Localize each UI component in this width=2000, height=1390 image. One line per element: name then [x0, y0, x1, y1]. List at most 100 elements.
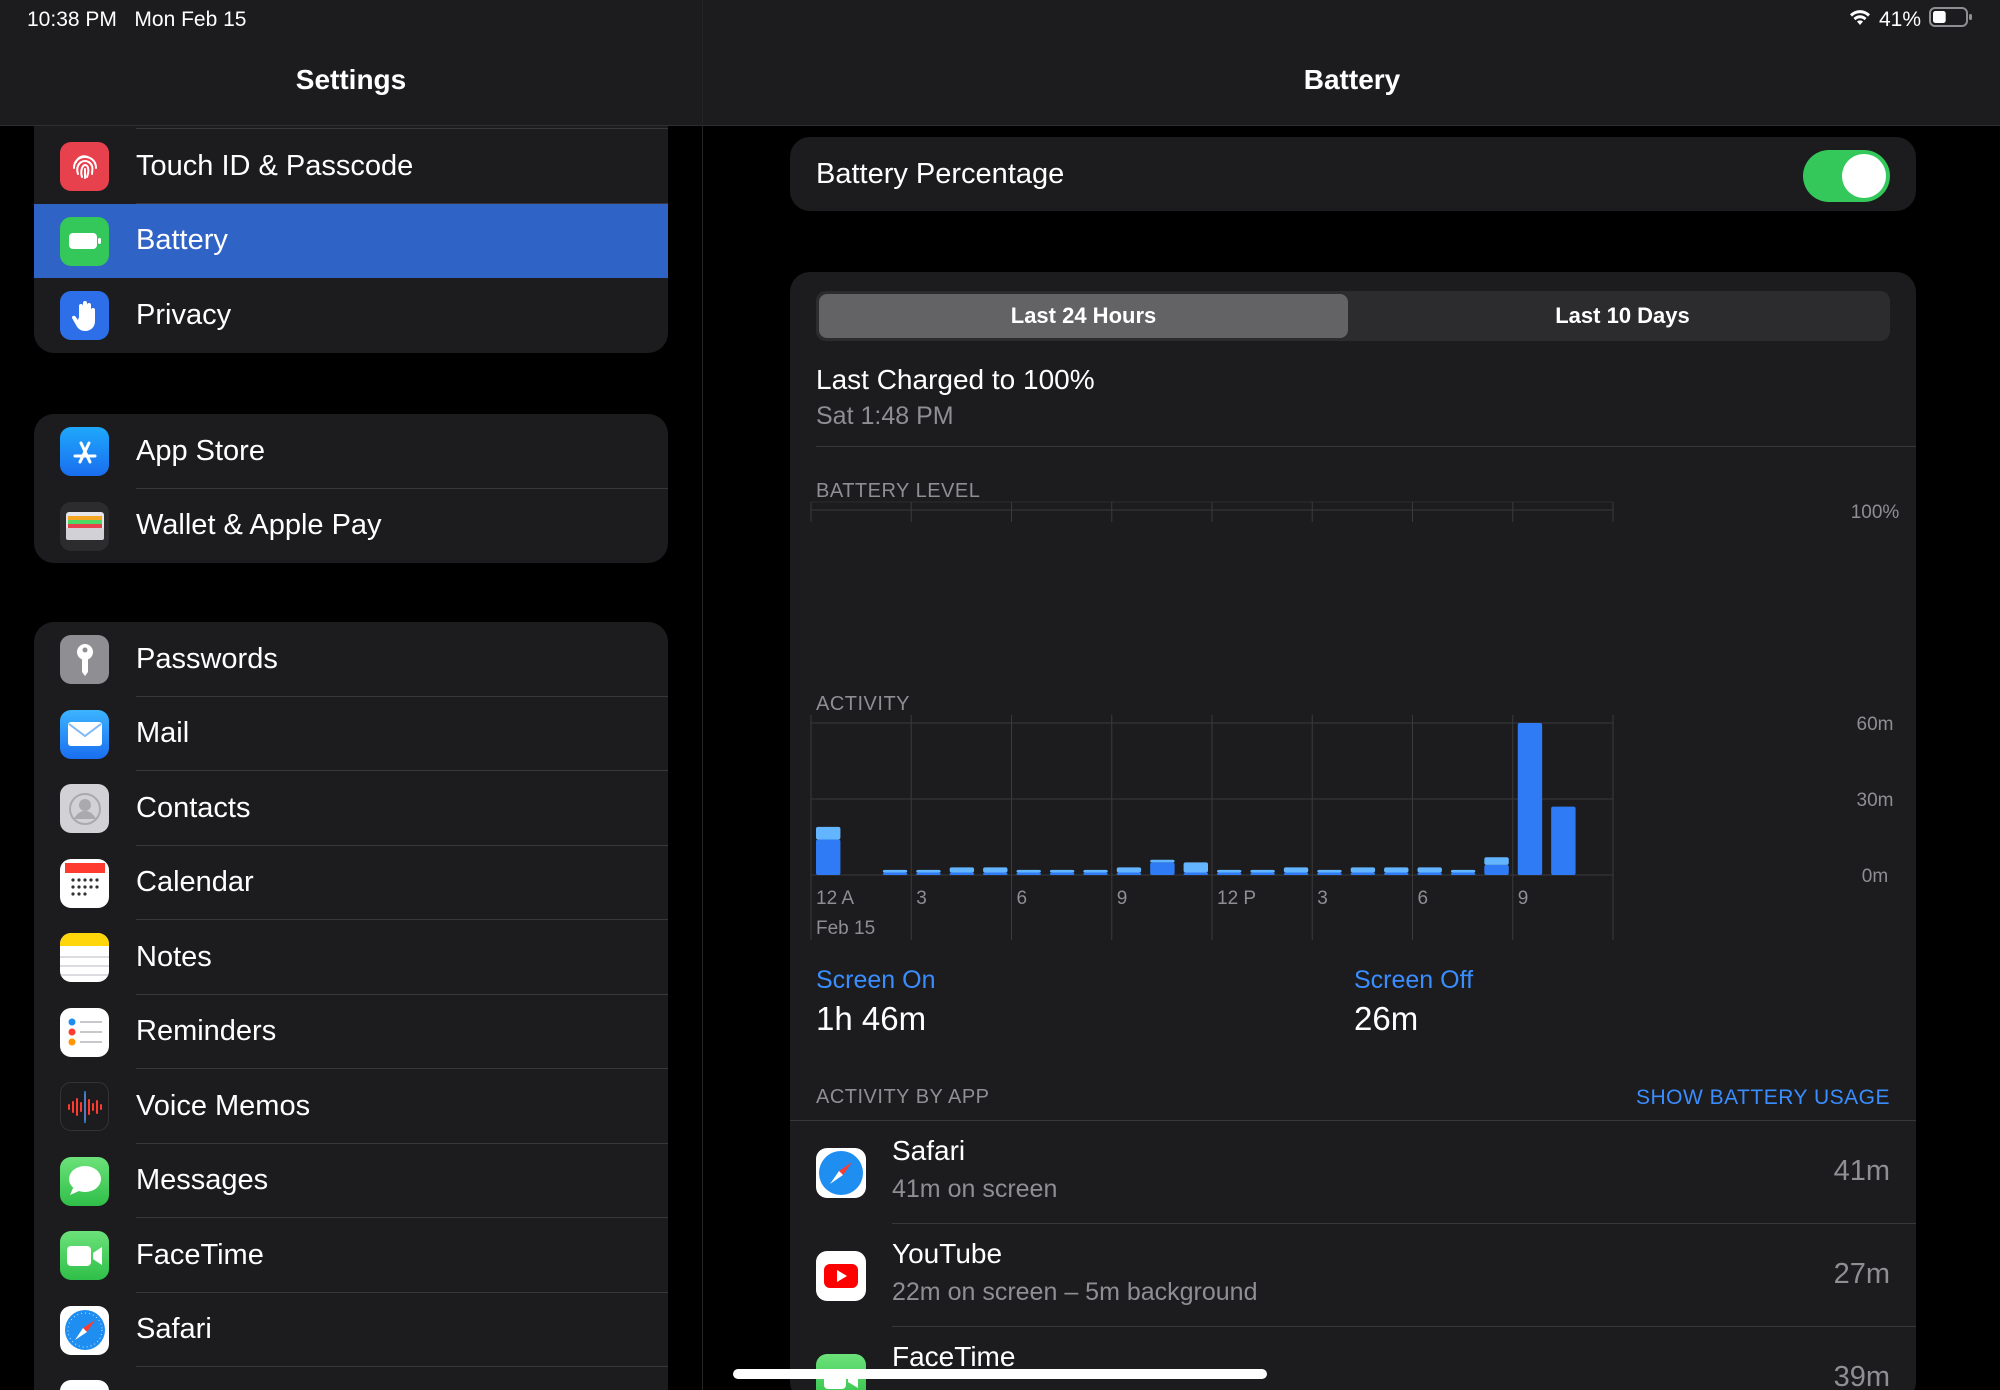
- sidebar-item-calendar[interactable]: Calendar: [34, 846, 668, 920]
- battery-icon: [60, 216, 109, 266]
- activity-bar-screen-off: [1484, 857, 1509, 865]
- show-battery-usage-button[interactable]: SHOW BATTERY USAGE: [1636, 1086, 1890, 1110]
- activity-bar-screen-off: [916, 869, 941, 873]
- app-icon: [60, 1380, 109, 1390]
- activity-bar-screen-on: [1317, 872, 1342, 875]
- sidebar-item-battery[interactable]: Battery: [34, 203, 668, 278]
- screen-on-value: 1h 46m: [816, 1000, 927, 1037]
- wallet-icon: [60, 501, 109, 551]
- activity-bar-screen-on: [916, 872, 941, 875]
- sidebar-item-label: Reminders: [136, 1015, 277, 1048]
- app-usage-time: 27m: [1833, 1258, 1890, 1290]
- sidebar-item-label: Battery: [136, 224, 228, 257]
- notes-icon: [60, 933, 109, 982]
- sidebar-item-label: Passwords: [136, 642, 278, 675]
- app-row-facetime[interactable]: FaceTime 39m: [790, 1327, 1916, 1390]
- x-tick-label: 3: [1317, 888, 1328, 909]
- activity-bar-screen-on: [1384, 872, 1409, 875]
- sidebar-item-label: Wallet & Apple Pay: [136, 509, 382, 542]
- activity-bar-screen-on: [1116, 872, 1142, 875]
- sidebar-item-label: Messages: [136, 1164, 269, 1197]
- battery-status-icon: [1929, 6, 1973, 34]
- app-usage-detail: 41m on screen: [892, 1175, 1058, 1203]
- sidebar-item-privacy[interactable]: Privacy: [34, 278, 668, 353]
- battery-percentage-row: Battery Percentage: [790, 137, 1916, 211]
- activity-bar-screen-on: [1517, 723, 1543, 875]
- wifi-icon: [1849, 8, 1871, 32]
- activity-bar-screen-off: [1016, 869, 1041, 873]
- battery-percentage-toggle[interactable]: [1803, 150, 1890, 202]
- activity-bar-screen-on: [816, 839, 841, 875]
- detail-title: Battery: [1303, 64, 1401, 95]
- waveform-icon: [60, 1082, 109, 1131]
- sidebar-item-next[interactable]: [34, 1367, 668, 1390]
- battery-percentage-label: Battery Percentage: [816, 157, 1065, 190]
- sidebar-item-label: Safari: [136, 1313, 212, 1346]
- sidebar-item-voice-memos[interactable]: Voice Memos: [34, 1069, 668, 1144]
- app-name: YouTube: [892, 1238, 1003, 1269]
- video-camera-icon: [60, 1231, 109, 1280]
- activity-bar-screen-on: [1417, 872, 1442, 875]
- sidebar-item-label: Calendar: [136, 866, 254, 899]
- battery-usage-card: Last 24 Hours Last 10 Days Last Charged …: [790, 272, 1916, 1390]
- activity-bar-screen-on: [1150, 862, 1175, 875]
- sidebar-item-label: Touch ID & Passcode: [136, 149, 414, 182]
- sidebar-item-safari[interactable]: Safari: [34, 1293, 668, 1367]
- activity-bar-screen-off: [1150, 859, 1175, 863]
- reminders-icon: [60, 1007, 109, 1057]
- sidebar-item-mail[interactable]: Mail: [34, 697, 668, 771]
- activity-bar-screen-on: [1250, 872, 1275, 875]
- x-tick-label: 9: [1518, 888, 1529, 909]
- sidebar-item-wallet[interactable]: Wallet & Apple Pay: [34, 489, 668, 564]
- x-tick-label: 6: [1418, 888, 1429, 909]
- sidebar-item-touch-id[interactable]: Touch ID & Passcode: [34, 129, 668, 204]
- screen-off-value: 26m: [1354, 1000, 1419, 1037]
- sidebar-title: Settings: [295, 64, 407, 95]
- activity-bar-screen-on: [1183, 872, 1208, 875]
- app-usage-detail: 22m on screen – 5m background: [892, 1278, 1258, 1306]
- activity-bar-screen-off: [1283, 867, 1309, 873]
- status-time: 10:38 PM: [27, 8, 117, 31]
- home-indicator: [733, 1369, 1267, 1379]
- app-store-icon: [60, 427, 109, 476]
- activity-bar-screen-on: [1484, 864, 1509, 875]
- sidebar-item-contacts[interactable]: Contacts: [34, 771, 668, 846]
- speech-bubble-icon: [60, 1156, 109, 1206]
- sidebar-item-notes[interactable]: Notes: [34, 920, 668, 995]
- activity-bar-screen-on: [1049, 872, 1075, 875]
- app-row-youtube[interactable]: YouTube 22m on screen – 5m background 27…: [790, 1224, 1916, 1327]
- status-bar-time: 10:38 PM Mon Feb 15: [27, 8, 246, 32]
- battery-percent-status: 41%: [1878, 8, 1921, 31]
- screen-on-label: Screen On: [816, 966, 936, 994]
- sidebar-item-reminders[interactable]: Reminders: [34, 995, 668, 1069]
- x-tick-label: 6: [1017, 888, 1028, 909]
- activity-bar-screen-off: [1049, 869, 1075, 873]
- activity-bar-screen-on: [882, 872, 908, 875]
- activity-bar-screen-on: [983, 872, 1008, 875]
- activity-bar-screen-on: [1217, 872, 1242, 875]
- activity-bar-screen-on: [1450, 872, 1476, 875]
- activity-bar-screen-on: [949, 872, 975, 875]
- activity-chart: 60m 30m 0m 12 A 3 6 9 12 P 3 6 9 Feb 15: [810, 714, 1893, 940]
- sidebar-item-app-store[interactable]: App Store: [34, 414, 668, 489]
- sidebar-item-label: Notes: [136, 940, 212, 973]
- activity-bar-screen-off: [1384, 867, 1409, 873]
- sidebar-group-apps: Passwords Mail Contacts Calendar Notes R…: [34, 622, 668, 1390]
- activity-bar-screen-off: [1317, 869, 1342, 873]
- status-bar-right: 41%: [1849, 6, 1973, 34]
- sidebar-item-label: Privacy: [136, 298, 232, 331]
- app-row-safari[interactable]: Safari 41m on screen 41m: [790, 1121, 1916, 1224]
- sidebar-item-facetime[interactable]: FaceTime: [34, 1218, 668, 1293]
- activity-bar-screen-off: [1217, 869, 1242, 873]
- sidebar-item-messages[interactable]: Messages: [34, 1144, 668, 1218]
- sidebar-group-security: Touch ID & Passcode Battery Privacy: [34, 90, 668, 353]
- settings-sidebar: 10:38 PM Mon Feb 15 Settings Touch ID & …: [0, 0, 702, 1390]
- activity-bar-screen-off: [983, 867, 1008, 873]
- sidebar-item-label: App Store: [136, 434, 265, 467]
- activity-bar-screen-off: [1116, 867, 1142, 873]
- sidebar-item-passwords[interactable]: Passwords: [34, 622, 668, 697]
- detail-header: 41% Battery: [703, 0, 2000, 126]
- activity-bar-screen-on: [1350, 872, 1376, 875]
- toggle-knob: [1842, 154, 1886, 198]
- activity-bar-screen-off: [949, 867, 975, 873]
